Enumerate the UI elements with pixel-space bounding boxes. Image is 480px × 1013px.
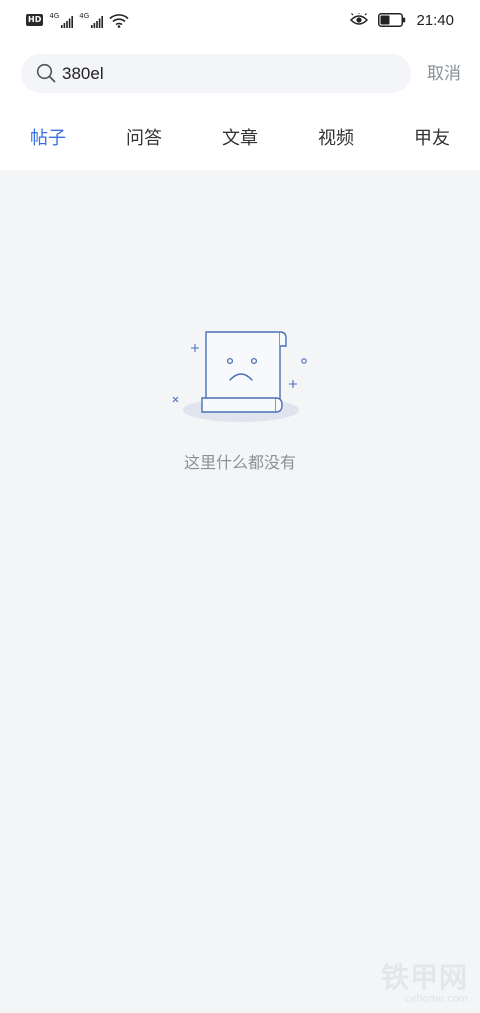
tab-qa[interactable]: 问答 <box>126 124 162 154</box>
cancel-button[interactable]: 取消 <box>427 62 461 86</box>
tab-friends[interactable]: 甲友 <box>414 124 450 154</box>
signal-bars-icon <box>91 16 104 28</box>
sad-document-icon <box>172 331 307 422</box>
watermark-logo: 铁甲网 cehome.com <box>368 961 468 1006</box>
search-bar[interactable] <box>21 54 411 93</box>
status-left: HD 4G 4G <box>26 10 129 30</box>
signal-bars-icon <box>61 16 74 28</box>
header-panel: HD 4G 4G 21:40 380el 取消 帖子 问答 文章 视频 甲友 <box>0 0 480 170</box>
search-input[interactable] <box>62 54 392 93</box>
clock: 21:40 <box>416 11 454 29</box>
signal-2: 4G <box>79 12 104 28</box>
wifi-icon <box>109 13 129 28</box>
watermark-main: 铁甲网 <box>380 961 468 994</box>
tab-posts[interactable]: 帖子 <box>30 124 66 154</box>
tab-articles[interactable]: 文章 <box>222 124 258 154</box>
network-type-label: 4G <box>49 12 60 20</box>
category-tabs: 帖子 问答 文章 视频 甲友 <box>0 124 480 156</box>
network-type-label: 4G <box>79 12 90 20</box>
tab-videos[interactable]: 视频 <box>318 124 354 154</box>
battery-icon <box>378 13 406 27</box>
status-bar: HD 4G 4G 21:40 <box>0 0 480 40</box>
battery-level <box>380 15 390 25</box>
watermark-sub: cehome.com <box>405 993 468 1005</box>
signal-1: 4G <box>49 12 74 28</box>
eye-comfort-icon <box>350 13 369 25</box>
empty-message: 这里什么都没有 <box>183 453 296 472</box>
search-icon <box>36 63 56 83</box>
hd-badge: HD <box>26 14 44 26</box>
status-right: 21:40 <box>350 9 454 31</box>
